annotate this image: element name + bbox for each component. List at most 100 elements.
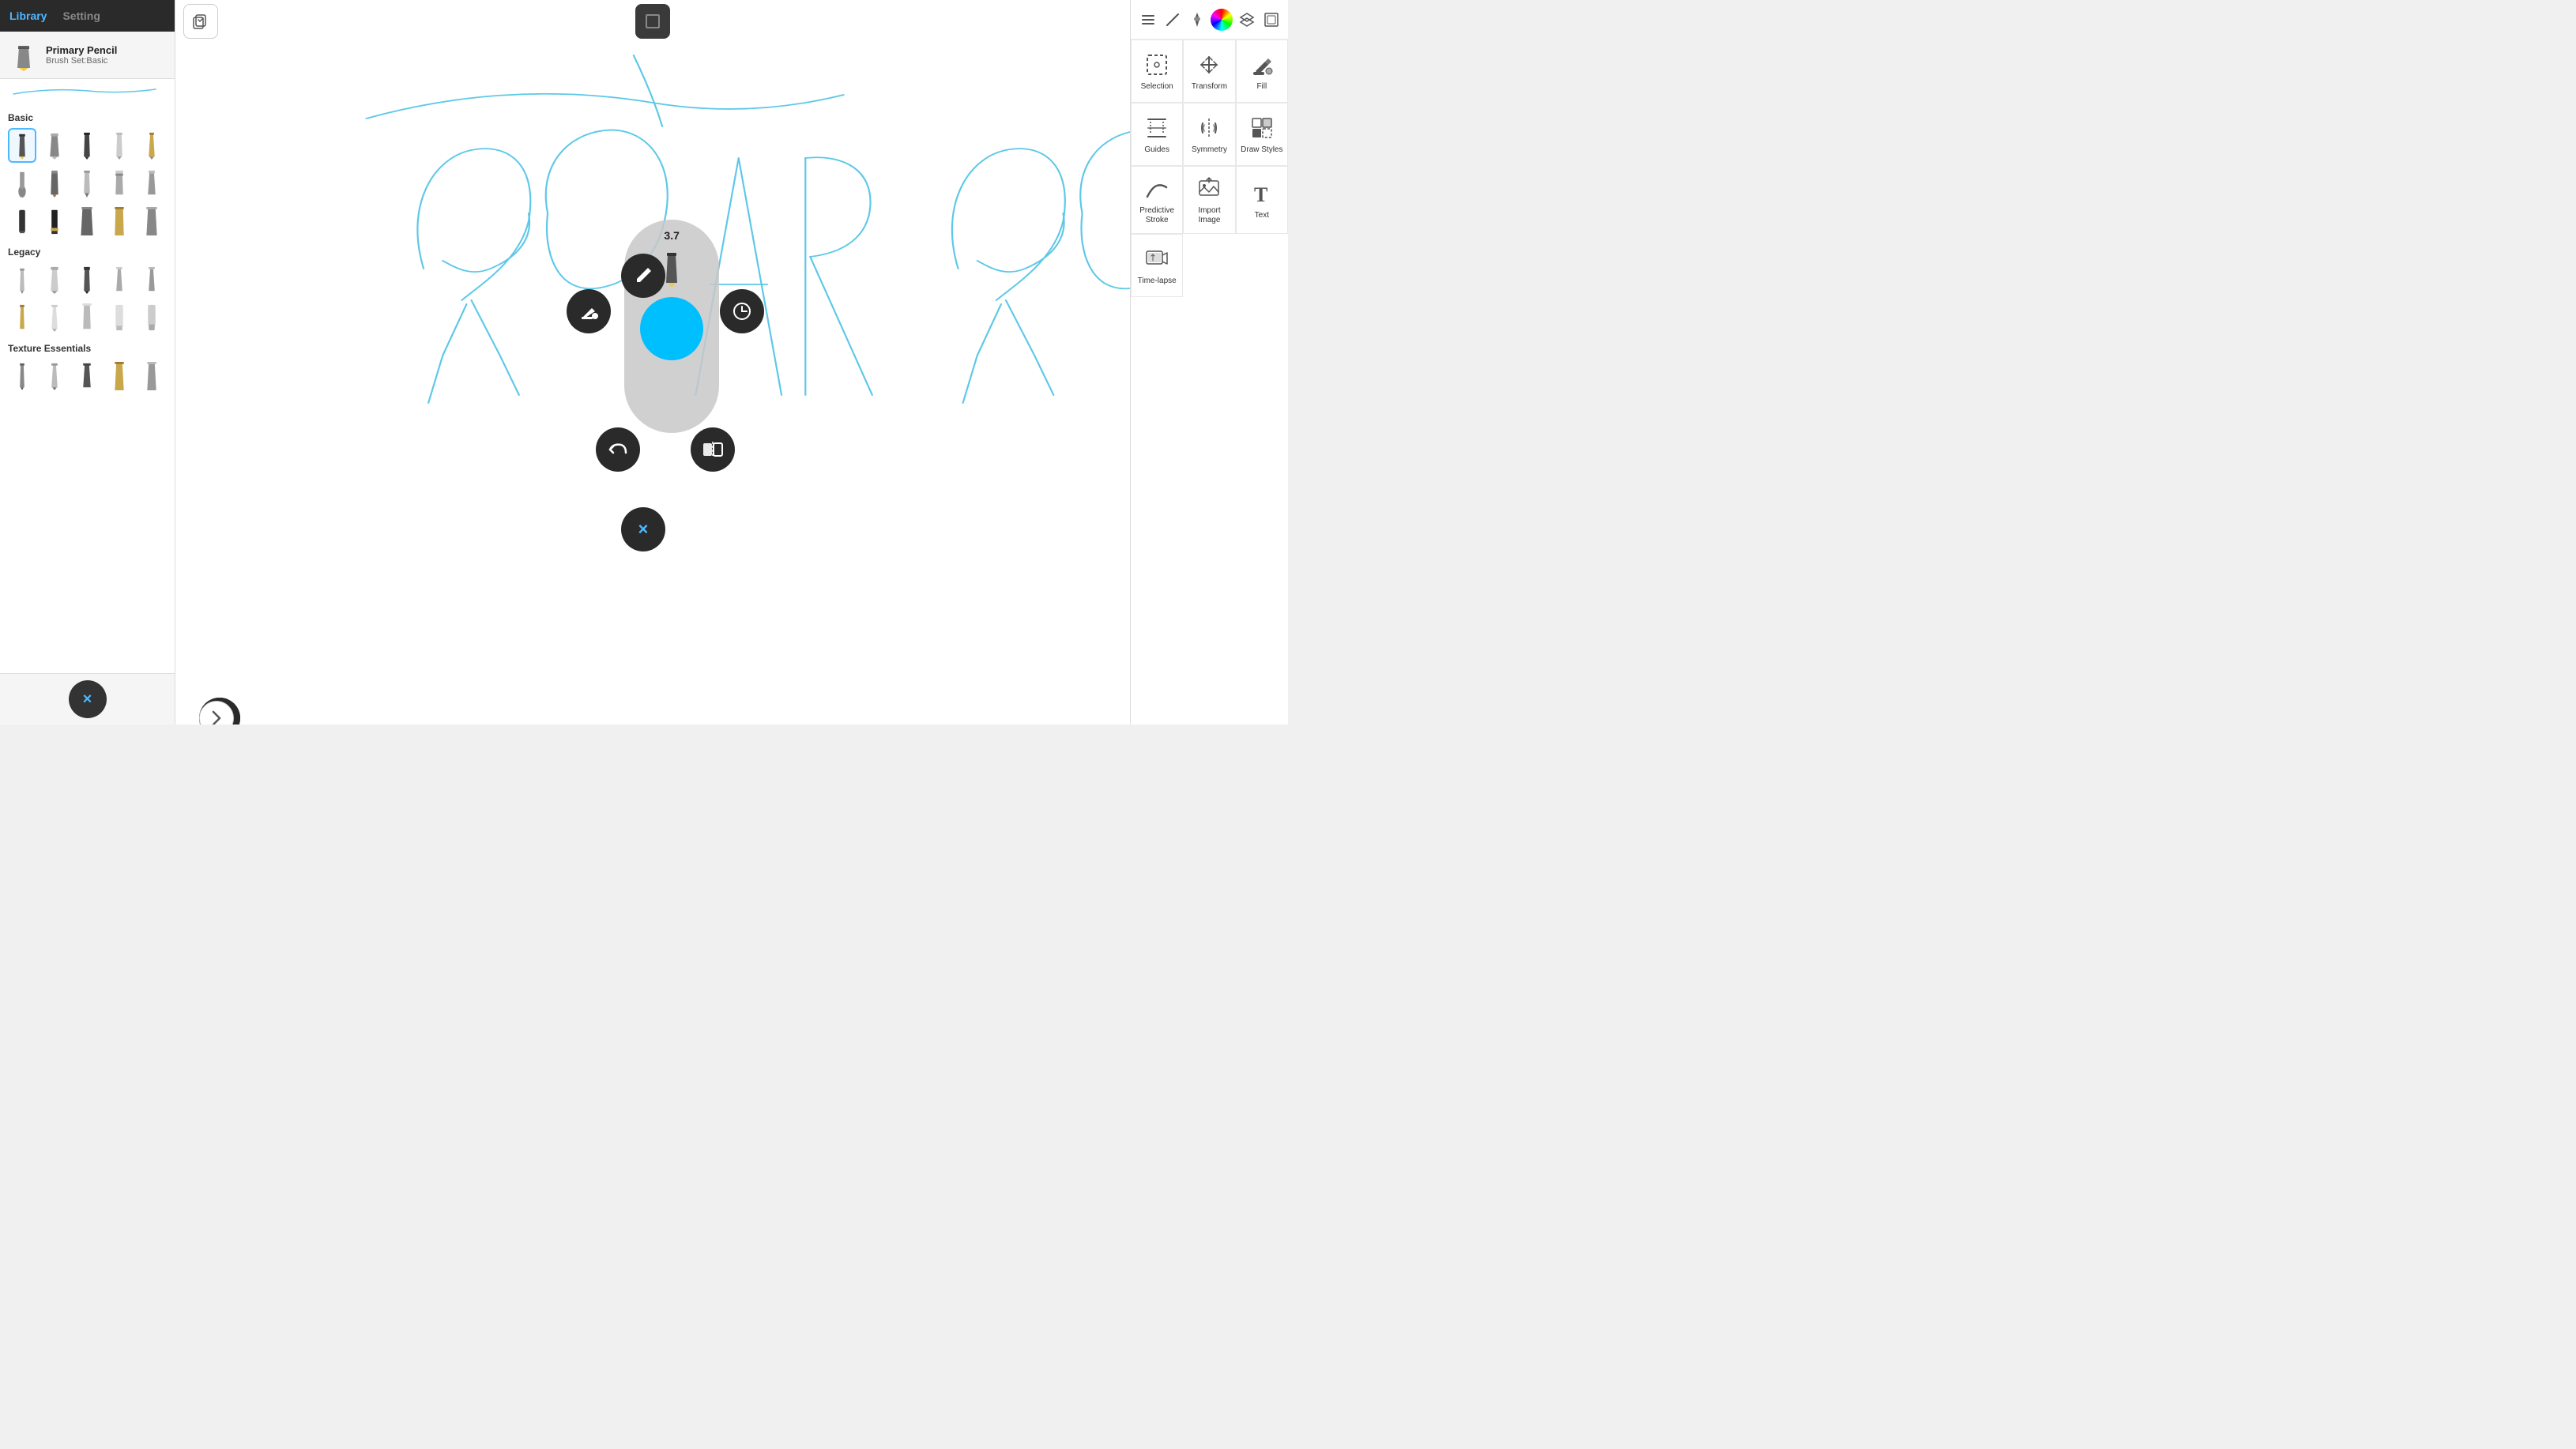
brush-cell-2[interactable] — [40, 128, 69, 163]
svg-text:T: T — [1254, 183, 1267, 206]
legacy-brush-2[interactable] — [40, 262, 69, 297]
brush-cell-6[interactable] — [8, 166, 36, 201]
legacy-brush-4[interactable] — [105, 262, 134, 297]
copy-btn[interactable] — [183, 4, 218, 39]
close-icon: × — [83, 691, 92, 709]
symmetry-label: Symmetry — [1192, 145, 1227, 155]
legacy-brush-7[interactable] — [40, 300, 69, 335]
brush-color-preview[interactable] — [640, 297, 703, 360]
texture-brush-4[interactable] — [105, 359, 134, 393]
brush-cell-11[interactable] — [8, 204, 36, 239]
top-left-toolbar — [183, 4, 218, 39]
texture-brush-5[interactable] — [137, 359, 166, 393]
main-canvas-area[interactable]: 3.7 — [175, 0, 1130, 724]
tool-import-image[interactable]: Import Image — [1183, 166, 1235, 234]
left-panel: Library Setting Primary Pencil Brush Set… — [0, 0, 175, 724]
frame-crop-icon-button[interactable] — [1260, 6, 1282, 34]
eyedropper-icon — [632, 265, 654, 287]
brush-cell-5[interactable] — [137, 128, 166, 163]
list-icon — [1139, 11, 1157, 28]
selection-icon — [1143, 51, 1171, 79]
brush-info: Primary Pencil Brush Set:Basic — [46, 44, 117, 66]
layers-icon-button[interactable] — [1236, 6, 1257, 34]
setting-tab[interactable]: Setting — [62, 9, 100, 22]
brush-cell-4[interactable] — [105, 128, 134, 163]
brush-name: Primary Pencil — [46, 44, 117, 56]
symmetry-icon — [1195, 114, 1223, 142]
brush-cell-1[interactable] — [8, 128, 36, 163]
brush-cell-7[interactable] — [40, 166, 69, 201]
section-basic-label: Basic — [8, 112, 167, 123]
legacy-brush-8[interactable] — [73, 300, 101, 335]
undo-button[interactable] — [596, 427, 640, 472]
legacy-brush-9[interactable] — [105, 300, 134, 335]
brush-cell-15[interactable] — [137, 204, 166, 239]
fill-label: Fill — [1256, 82, 1267, 92]
texture-brush-1[interactable] — [8, 359, 36, 393]
texture-brush-2[interactable] — [40, 359, 69, 393]
undo-icon — [607, 438, 629, 461]
marker-icon-button[interactable] — [1186, 6, 1207, 34]
fill-tool-icon — [1248, 51, 1276, 79]
brush-header: Primary Pencil Brush Set:Basic — [0, 32, 175, 79]
tool-timelapse[interactable]: Time-lapse — [1131, 234, 1183, 297]
brush-scroll-area[interactable]: Basic — [0, 103, 175, 673]
tool-selection[interactable]: Selection — [1131, 40, 1183, 103]
eyedropper-button[interactable] — [621, 254, 665, 298]
transform-label: Transform — [1192, 82, 1227, 92]
right-top-icons — [1131, 0, 1288, 40]
legacy-brush-3[interactable] — [73, 262, 101, 297]
color-swap-icon — [731, 300, 753, 322]
brush-cell-8[interactable] — [73, 166, 101, 201]
mirror-button[interactable] — [691, 427, 735, 472]
brush-stroke-preview — [9, 85, 160, 97]
brush-grid-basic — [8, 128, 167, 239]
guides-icon — [1143, 114, 1171, 142]
cancel-button[interactable]: × — [621, 507, 665, 551]
tool-grid: Selection Transform Fill — [1131, 40, 1288, 724]
ruler-icon-button[interactable] — [1162, 6, 1183, 34]
legacy-brush-1[interactable] — [8, 262, 36, 297]
section-legacy-label: Legacy — [8, 247, 167, 258]
tool-predictive-stroke[interactable]: Predictive Stroke — [1131, 166, 1183, 234]
legacy-brush-5[interactable] — [137, 262, 166, 297]
library-tab[interactable]: Library — [9, 9, 47, 22]
brush-cell-3[interactable] — [73, 128, 101, 163]
draw-styles-label: Draw Styles — [1241, 145, 1282, 155]
forward-arrow-icon — [205, 707, 228, 724]
legacy-brush-10[interactable] — [137, 300, 166, 335]
tool-transform[interactable]: Transform — [1183, 40, 1235, 103]
tool-text[interactable]: T Text — [1236, 166, 1288, 234]
section-texture-label: Texture Essentials — [8, 343, 167, 354]
ruler-icon — [1164, 11, 1181, 28]
top-center-toolbar — [635, 4, 670, 39]
brush-size-value: 3.7 — [664, 229, 679, 242]
guides-label: Guides — [1144, 145, 1169, 155]
brush-cell-9[interactable] — [105, 166, 134, 201]
tool-guides[interactable]: Guides — [1131, 103, 1183, 166]
color-swap-button[interactable] — [720, 289, 764, 333]
mirror-icon — [702, 438, 724, 461]
tool-fill[interactable]: Fill — [1236, 40, 1288, 103]
text-label: Text — [1255, 211, 1269, 220]
brush-cell-14[interactable] — [105, 204, 134, 239]
tool-draw-styles[interactable]: Draw Styles — [1236, 103, 1288, 166]
frame-btn[interactable] — [635, 4, 670, 39]
brush-cell-12[interactable] — [40, 204, 69, 239]
brush-cell-13[interactable] — [73, 204, 101, 239]
fill-icon — [578, 300, 600, 322]
brush-icon — [9, 41, 38, 70]
fill-button[interactable] — [567, 289, 611, 333]
color-wheel-icon — [1211, 9, 1233, 31]
close-button[interactable]: × — [69, 680, 107, 718]
color-wheel-button[interactable] — [1211, 6, 1233, 34]
close-btn-container: × — [0, 673, 175, 724]
texture-brush-3[interactable] — [73, 359, 101, 393]
marker-icon — [1188, 11, 1206, 28]
list-icon-button[interactable] — [1137, 6, 1158, 34]
brush-size-picker[interactable]: 3.7 — [624, 220, 719, 433]
brush-cell-10[interactable] — [137, 166, 166, 201]
tool-symmetry[interactable]: Symmetry — [1183, 103, 1235, 166]
legacy-brush-6[interactable] — [8, 300, 36, 335]
import-image-icon — [1195, 175, 1223, 203]
